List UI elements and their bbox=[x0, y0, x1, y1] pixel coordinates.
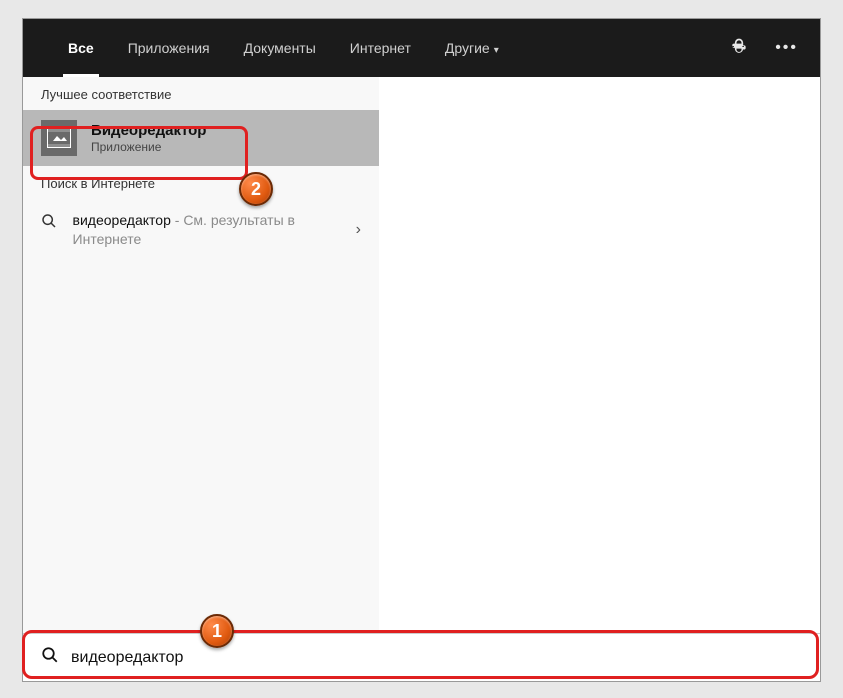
chevron-down-icon: ▾ bbox=[494, 45, 499, 56]
search-header: Все Приложения Документы Интернет Другие… bbox=[23, 19, 820, 77]
best-match-subtitle: Приложение bbox=[91, 140, 206, 154]
web-search-header: Поиск в Интернете bbox=[23, 166, 379, 199]
web-result-text: видеоредактор - См. результаты в Интерне… bbox=[73, 211, 361, 249]
search-icon bbox=[41, 213, 61, 234]
web-result-query: видеоредактор bbox=[73, 212, 171, 228]
preview-pane bbox=[379, 77, 820, 633]
search-bar[interactable] bbox=[23, 633, 820, 681]
tab-more[interactable]: Другие ▾ bbox=[428, 19, 516, 77]
best-match-title: Видеоредактор bbox=[91, 122, 206, 139]
tab-documents[interactable]: Документы bbox=[227, 19, 333, 77]
video-editor-icon bbox=[41, 120, 77, 156]
search-icon bbox=[41, 646, 59, 669]
tab-all[interactable]: Все bbox=[51, 19, 111, 77]
filter-tabs: Все Приложения Документы Интернет Другие… bbox=[51, 19, 516, 77]
best-match-text: Видеоредактор Приложение bbox=[91, 122, 206, 154]
more-options-icon[interactable]: ••• bbox=[775, 39, 798, 57]
search-window: Все Приложения Документы Интернет Другие… bbox=[22, 18, 821, 682]
search-input[interactable] bbox=[71, 649, 802, 667]
chevron-right-icon[interactable]: › bbox=[356, 221, 361, 239]
web-search-result[interactable]: видеоредактор - См. результаты в Интерне… bbox=[23, 199, 379, 261]
results-list: Лучшее соответствие Видеоредактор Прилож… bbox=[23, 77, 379, 633]
tab-apps[interactable]: Приложения bbox=[111, 19, 227, 77]
tab-web[interactable]: Интернет bbox=[333, 19, 428, 77]
header-actions: ••• bbox=[729, 37, 798, 60]
tab-more-label: Другие bbox=[445, 40, 490, 56]
feedback-icon[interactable] bbox=[729, 37, 749, 60]
best-match-header: Лучшее соответствие bbox=[23, 77, 379, 110]
results-area: Лучшее соответствие Видеоредактор Прилож… bbox=[23, 77, 820, 633]
best-match-result[interactable]: Видеоредактор Приложение bbox=[23, 110, 379, 166]
